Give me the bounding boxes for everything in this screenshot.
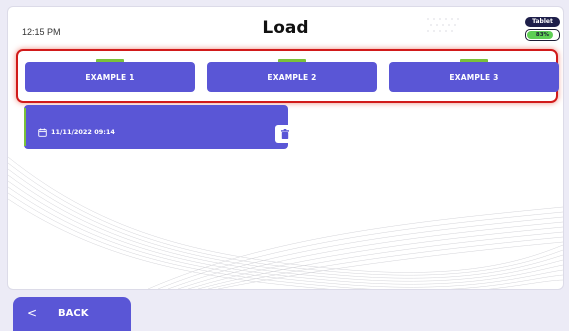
trash-icon	[280, 129, 289, 139]
entry-accent	[24, 108, 26, 146]
main-panel: 12:15 PM Load Tablet 83% EXAMPLE 1 EXAMP…	[7, 6, 564, 290]
tab-example-2[interactable]: EXAMPLE 2	[207, 59, 377, 92]
tab-indicator	[278, 59, 306, 62]
entry-date: 11/11/2022 09:14	[51, 128, 115, 136]
battery-indicator: 83%	[525, 29, 560, 41]
page-title: Load	[262, 18, 309, 38]
example-tab-bar: EXAMPLE 1 EXAMPLE 2 EXAMPLE 3	[16, 49, 559, 103]
chevron-left-icon: <	[27, 306, 38, 320]
device-badge: Tablet	[525, 17, 560, 27]
tab-label: EXAMPLE 2	[267, 72, 317, 82]
tab-example-3[interactable]: EXAMPLE 3	[389, 59, 559, 92]
back-label: BACK	[58, 308, 89, 319]
delete-entry-button[interactable]	[275, 125, 294, 143]
battery-percent: 83%	[535, 32, 550, 38]
back-button[interactable]: < BACK	[13, 297, 131, 331]
tab-label: EXAMPLE 3	[449, 72, 499, 82]
tab-indicator	[96, 59, 124, 62]
calendar-icon	[38, 128, 47, 137]
tab-example-1[interactable]: EXAMPLE 1	[25, 59, 195, 92]
tab-label: EXAMPLE 1	[85, 72, 135, 82]
tab-indicator	[460, 59, 488, 62]
saved-entry[interactable]: 11/11/2022 09:14	[24, 105, 294, 149]
